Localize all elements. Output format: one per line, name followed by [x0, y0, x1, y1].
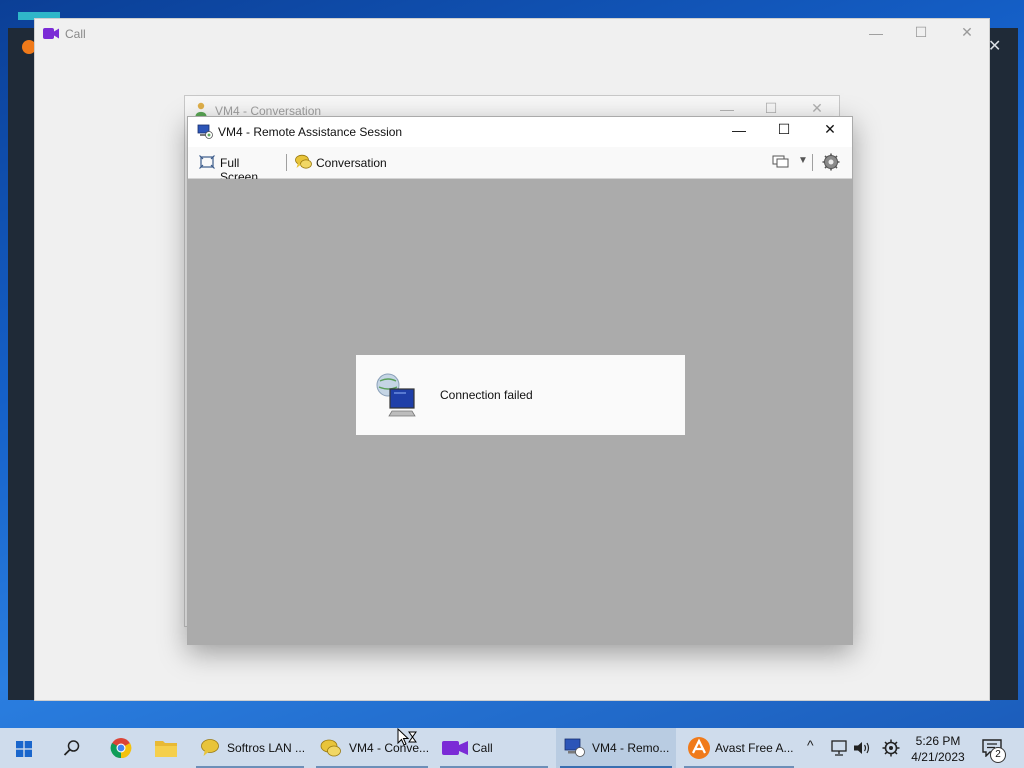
- network-icon[interactable]: [830, 740, 848, 756]
- monitor-icon: [772, 155, 789, 168]
- ra-maximize-button[interactable]: ☐: [774, 121, 794, 138]
- conversation-button[interactable]: Conversation: [292, 150, 392, 174]
- avast-icon: [688, 737, 710, 759]
- ra-toolbar: Full Screen Conversation ▼: [188, 147, 852, 184]
- ra-remote-view: Connection failed: [188, 179, 852, 645]
- background-window-close-button[interactable]: ✕: [988, 36, 1001, 56]
- display-options-button[interactable]: ▼: [772, 154, 808, 172]
- remote-assistance-icon: [564, 738, 585, 757]
- video-camera-icon: [442, 741, 468, 755]
- full-screen-icon: [199, 155, 215, 169]
- mouse-cursor-icon: [397, 728, 417, 746]
- volume-icon[interactable]: [853, 740, 871, 756]
- conversation-maximize-button[interactable]: ☐: [761, 100, 781, 117]
- conversation-close-button[interactable]: ✕: [807, 100, 827, 117]
- connection-failed-text: Connection failed: [440, 388, 533, 402]
- toolbar-divider: [286, 154, 287, 171]
- remote-assistance-window: VM4 - Remote Assistance Session — ☐ ✕ Fu…: [187, 116, 853, 645]
- taskbar-item-vm4-remote[interactable]: VM4 - Remo...: [556, 728, 676, 768]
- action-center-button[interactable]: 2: [982, 739, 1006, 763]
- connection-message-box: Connection failed: [356, 355, 685, 435]
- chat-bubbles-icon: [295, 154, 312, 169]
- search-icon[interactable]: [63, 739, 81, 757]
- chat-bubbles-icon: [320, 739, 341, 757]
- notification-count-badge: 2: [990, 747, 1006, 763]
- show-hidden-icons-chevron-icon[interactable]: ^: [807, 737, 814, 753]
- clock-date[interactable]: 4/21/2023: [902, 750, 974, 764]
- taskbar-item-label: VM4 - Remo...: [592, 741, 670, 755]
- toolbar-divider-2: [812, 154, 813, 171]
- conversation-minimize-button[interactable]: —: [717, 101, 737, 117]
- chat-bubbles-icon: [201, 739, 219, 756]
- conversation-label: Conversation: [316, 156, 387, 170]
- full-screen-button[interactable]: Full Screen: [196, 150, 280, 184]
- remote-assistance-icon: [197, 124, 213, 139]
- taskbar-item-label: Softros LAN ...: [227, 741, 306, 755]
- call-maximize-button[interactable]: ☐: [911, 24, 931, 41]
- ra-close-button[interactable]: ✕: [820, 121, 840, 138]
- taskbar: Softros LAN ... VM4 - Conve... Call VM4 …: [0, 728, 1024, 768]
- taskbar-item-call[interactable]: Call: [436, 728, 552, 768]
- chevron-down-icon: ▼: [798, 155, 808, 166]
- file-explorer-icon[interactable]: [154, 738, 178, 758]
- video-camera-icon: [43, 28, 59, 39]
- call-close-button[interactable]: ✕: [957, 24, 977, 41]
- ra-minimize-button[interactable]: —: [729, 122, 749, 138]
- taskbar-item-softros[interactable]: Softros LAN ...: [192, 728, 308, 768]
- taskbar-item-label: Call: [472, 741, 493, 755]
- settings-gear-icon[interactable]: [822, 153, 840, 171]
- call-minimize-button[interactable]: —: [866, 25, 886, 41]
- user-icon: [195, 102, 207, 116]
- call-window-title: Call: [65, 27, 86, 41]
- ra-titlebar: VM4 - Remote Assistance Session — ☐ ✕: [188, 117, 852, 147]
- chrome-icon[interactable]: [110, 737, 132, 759]
- network-computer-icon: [376, 373, 416, 417]
- clock-time[interactable]: 5:26 PM: [902, 734, 974, 748]
- taskbar-item-label: Avast Free A...: [715, 741, 794, 755]
- settings-gear-icon[interactable]: [882, 739, 900, 757]
- taskbar-item-avast[interactable]: Avast Free A...: [680, 728, 798, 768]
- ra-window-title: VM4 - Remote Assistance Session: [218, 125, 403, 139]
- windows-start-icon[interactable]: [16, 741, 32, 757]
